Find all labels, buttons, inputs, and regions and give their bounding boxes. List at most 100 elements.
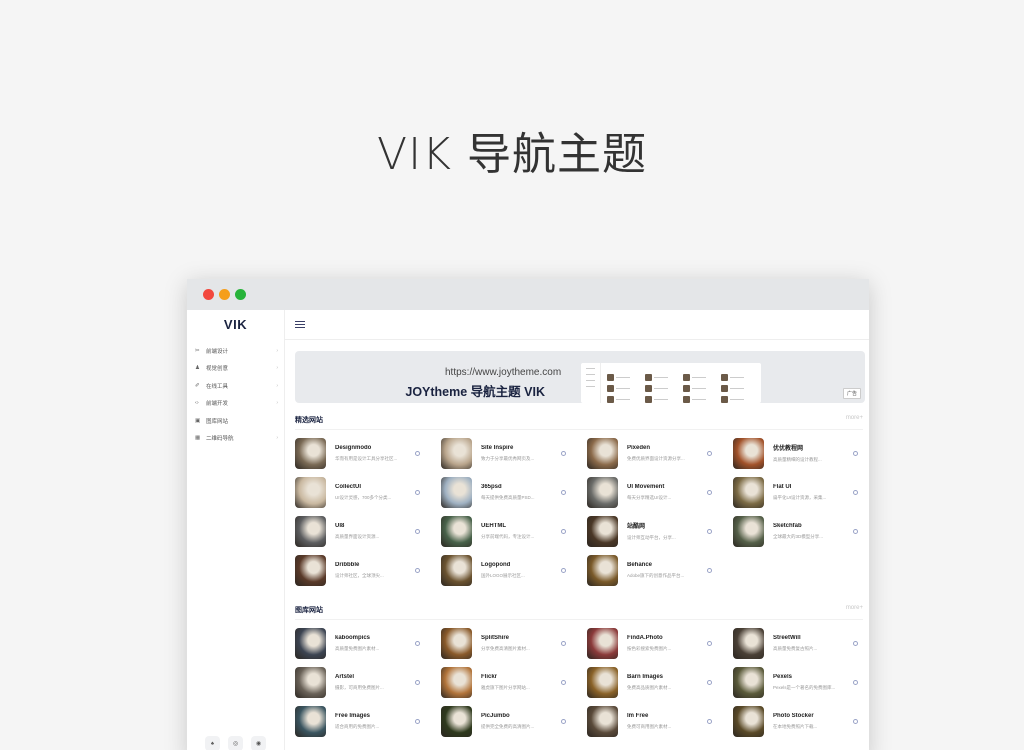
chevron-right-icon: › [276, 435, 278, 442]
site-card[interactable]: Free Images 适合商用的免费图片... [295, 705, 435, 737]
sidebar-nav: ✂ 前端设计 › ♟ 视觉创意 › ✐ 在线工具 › ‹› 前端开发 › ▣ 图库网站 ▦ 二维码导航 › [187, 342, 284, 447]
site-card[interactable]: FindA.Photo 按色彩搜索免费图片... [587, 627, 727, 659]
go-icon[interactable] [415, 567, 420, 573]
go-icon[interactable] [853, 679, 858, 685]
sidebar-item[interactable]: ✐ 在线工具 › [187, 377, 284, 395]
ad-banner[interactable]: https://www.joytheme.com JOYtheme 导航主题 V… [295, 351, 865, 403]
sidebar-footer: ♠ ◎ ◉ [187, 736, 284, 750]
go-icon[interactable] [561, 679, 566, 685]
site-card[interactable]: Barn Images 免费高品质图片素材... [587, 666, 727, 698]
site-card[interactable]: Flickr 雅虎旗下图片分享网站... [441, 666, 581, 698]
go-icon[interactable] [707, 640, 712, 646]
go-icon[interactable] [561, 450, 566, 456]
sidebar-item[interactable]: ♟ 视觉创意 › [187, 360, 284, 378]
sidebar-item[interactable]: ✂ 前端设计 › [187, 342, 284, 360]
go-icon[interactable] [707, 679, 712, 685]
site-thumbnail [295, 437, 326, 469]
sidebar-item-label: 在线工具 [206, 383, 229, 390]
site-card[interactable]: SplitShire 分享免费高清图片素材... [441, 627, 581, 659]
site-description: 雅虎旗下图片分享网站... [481, 684, 530, 690]
site-description: 每天分享精选UI设计... [627, 494, 672, 500]
site-card[interactable]: Logopond 国外LOGO展示社区... [441, 554, 581, 586]
headline: VIK 导航主题 [377, 129, 647, 180]
more-link[interactable]: more+ [846, 415, 863, 421]
go-icon[interactable] [707, 489, 712, 495]
site-card[interactable]: Behance Adobe旗下的创意作品平台... [587, 554, 727, 586]
sidebar-item[interactable]: ‹› 前端开发 › [187, 395, 284, 413]
site-card[interactable]: PicJumbo 提供完全免费的高清图片... [441, 705, 581, 737]
menu-icon[interactable] [295, 321, 305, 328]
go-icon[interactable] [561, 528, 566, 534]
site-card[interactable]: Site Inspire 致力于分享最优秀网页及... [441, 437, 581, 469]
site-thumbnail [587, 437, 618, 469]
site-card[interactable]: StreetWill 高质量免费复古照片... [733, 627, 869, 659]
site-card[interactable]: Im Free 免费可商用图片素材... [587, 705, 727, 737]
site-thumbnail [587, 515, 618, 547]
go-icon[interactable] [853, 528, 858, 534]
site-card[interactable]: CollectUI UI设计灵感，700多个分类... [295, 476, 435, 508]
go-icon[interactable] [415, 489, 420, 495]
site-card[interactable]: Pixeden 免费优质界面设计资源分享... [587, 437, 727, 469]
site-thumbnail [295, 554, 326, 586]
site-card[interactable]: Designmodo 华而有用是设计工具分享社区... [295, 437, 435, 469]
brand-logo[interactable]: VIK [187, 310, 284, 340]
site-text: 365psd 每天提供免费高质量PSD... [481, 484, 553, 501]
site-card[interactable]: Sketchfab 全球最大的3D模型分享... [733, 515, 869, 547]
go-icon[interactable] [415, 450, 420, 456]
sidebar-item[interactable]: ▣ 图库网站 [187, 412, 284, 430]
site-card[interactable]: Flat UI 扁平化UI设计资源，采集... [733, 476, 869, 508]
go-icon[interactable] [561, 567, 566, 573]
weibo-icon[interactable]: ◎ [228, 736, 243, 750]
go-icon[interactable] [707, 528, 712, 534]
go-icon[interactable] [415, 718, 420, 724]
site-card[interactable]: kaboompics 高质量免费图片素材... [295, 627, 435, 659]
go-icon[interactable] [853, 718, 858, 724]
go-icon[interactable] [853, 450, 858, 456]
go-icon[interactable] [707, 567, 712, 573]
qq-icon[interactable]: ♠ [205, 736, 220, 750]
sidebar-item[interactable]: ▦ 二维码导航 › [187, 430, 284, 448]
chevron-right-icon: › [276, 365, 278, 372]
site-card[interactable]: Artstel 摄影，可商用免费图片... [295, 666, 435, 698]
more-link[interactable]: more+ [846, 605, 863, 611]
site-card[interactable]: UEHTML 分享前端代码，专注设计... [441, 515, 581, 547]
go-icon[interactable] [561, 718, 566, 724]
site-text: Designmodo 华而有用是设计工具分享社区... [335, 445, 407, 462]
site-text: Barn Images 免费高品质图片素材... [627, 674, 699, 691]
site-description: 设计师社区，全球顶尖... [335, 572, 384, 578]
minimize-window-button[interactable] [219, 289, 230, 300]
site-thumbnail [295, 666, 326, 698]
go-icon[interactable] [561, 640, 566, 646]
sidebar-item-label: 前端设计 [206, 348, 229, 355]
site-card[interactable]: UI8 高质量界面设计资源... [295, 515, 435, 547]
site-name: Logopond [481, 561, 511, 568]
go-icon[interactable] [561, 489, 566, 495]
go-icon[interactable] [853, 640, 858, 646]
site-description: 扁平化UI设计资源，采集... [773, 494, 827, 500]
go-icon[interactable] [415, 679, 420, 685]
site-description: 国外LOGO展示社区... [481, 572, 525, 578]
section-divider [295, 429, 863, 430]
go-icon[interactable] [415, 640, 420, 646]
maximize-window-button[interactable] [235, 289, 246, 300]
site-name: UEHTML [481, 522, 506, 529]
site-name: Site Inspire [481, 444, 514, 451]
wechat-icon[interactable]: ◉ [251, 736, 266, 750]
site-card[interactable]: 站酷网 设计师互动平台，分享... [587, 515, 727, 547]
site-card[interactable]: 优优教程网 高质量精细的设计教程... [733, 437, 869, 469]
site-card[interactable]: Dribbble 设计师社区，全球顶尖... [295, 554, 435, 586]
site-card[interactable]: 365psd 每天提供免费高质量PSD... [441, 476, 581, 508]
go-icon[interactable] [415, 528, 420, 534]
site-description: 高质量免费复古照片... [773, 645, 818, 651]
site-description: 摄影，可商用免费图片... [335, 684, 384, 690]
site-description: UI设计灵感，700多个分类... [335, 494, 392, 500]
go-icon[interactable] [853, 489, 858, 495]
go-icon[interactable] [707, 718, 712, 724]
site-thumbnail [295, 515, 326, 547]
site-thumbnail [587, 554, 618, 586]
close-window-button[interactable] [203, 289, 214, 300]
site-card[interactable]: Pexels Pexels是一个著名的免费图库... [733, 666, 869, 698]
go-icon[interactable] [707, 450, 712, 456]
site-card[interactable]: UI Movement 每天分享精选UI设计... [587, 476, 727, 508]
site-card[interactable]: Photo Stocker 在本地免费照片下载... [733, 705, 869, 737]
